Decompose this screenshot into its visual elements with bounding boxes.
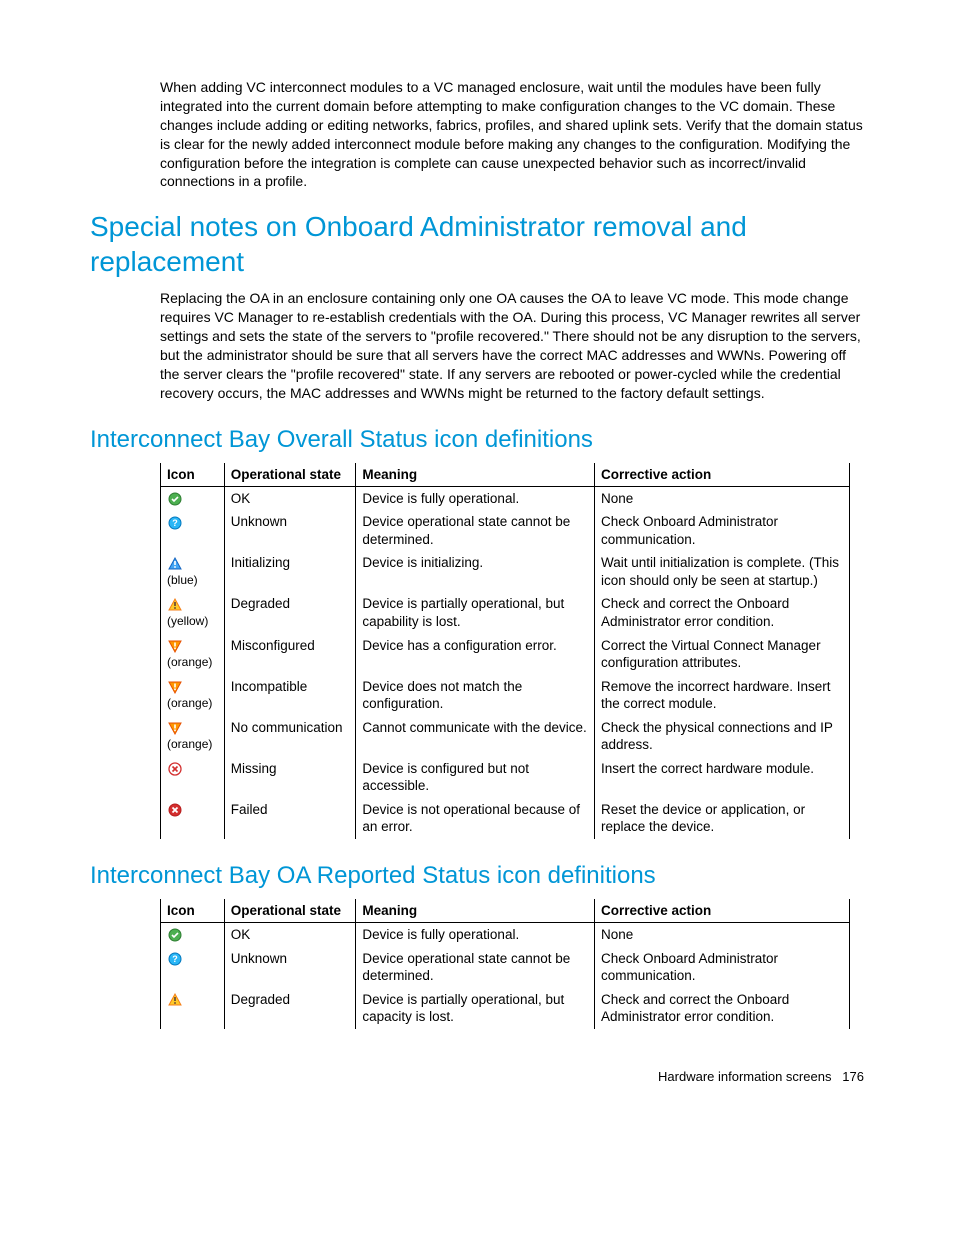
icon-cell: (orange) bbox=[161, 675, 225, 716]
footer-section-title: Hardware information screens bbox=[658, 1069, 831, 1084]
icon-cell: (orange) bbox=[161, 634, 225, 675]
heading-special-notes: Special notes on Onboard Administrator r… bbox=[90, 209, 864, 279]
op-state: Degraded bbox=[224, 592, 356, 633]
table-header-row: Icon Operational state Meaning Correctiv… bbox=[161, 899, 850, 923]
table-row: Missing Device is configured but not acc… bbox=[161, 757, 850, 798]
corrective-action: Correct the Virtual Connect Manager conf… bbox=[594, 634, 849, 675]
meaning: Device is initializing. bbox=[356, 551, 595, 592]
icon-cell bbox=[161, 988, 225, 1029]
corrective-action: Check Onboard Administrator communicatio… bbox=[594, 510, 849, 551]
op-state: Incompatible bbox=[224, 675, 356, 716]
table-row: Degraded Device is partially operational… bbox=[161, 988, 850, 1029]
unknown-icon bbox=[167, 513, 183, 531]
heading-oa-reported-status: Interconnect Bay OA Reported Status icon… bbox=[90, 861, 864, 891]
corrective-action: Wait until initialization is complete. (… bbox=[594, 551, 849, 592]
icon-cell: (yellow) bbox=[161, 592, 225, 633]
header-icon: Icon bbox=[161, 899, 225, 923]
corrective-action: Remove the incorrect hardware. Insert th… bbox=[594, 675, 849, 716]
op-state: Unknown bbox=[224, 947, 356, 988]
icon-color-label: (orange) bbox=[167, 696, 218, 712]
heading-overall-status: Interconnect Bay Overall Status icon def… bbox=[90, 425, 864, 455]
header-meaning: Meaning bbox=[356, 463, 595, 487]
icon-cell bbox=[161, 486, 225, 510]
op-state: No communication bbox=[224, 716, 356, 757]
corrective-action: Check and correct the Onboard Administra… bbox=[594, 592, 849, 633]
table-row: (blue) Initializing Device is initializi… bbox=[161, 551, 850, 592]
icon-cell bbox=[161, 947, 225, 988]
op-state: Misconfigured bbox=[224, 634, 356, 675]
overall-status-table: Icon Operational state Meaning Correctiv… bbox=[160, 463, 850, 839]
header-meaning: Meaning bbox=[356, 899, 595, 923]
meaning: Device is not operational because of an … bbox=[356, 798, 595, 839]
ok-icon bbox=[167, 926, 183, 944]
op-state: Failed bbox=[224, 798, 356, 839]
degraded-icon bbox=[167, 595, 183, 613]
icon-cell bbox=[161, 757, 225, 798]
icon-cell bbox=[161, 922, 225, 946]
corrective-action: Check and correct the Onboard Administra… bbox=[594, 988, 849, 1029]
header-icon: Icon bbox=[161, 463, 225, 487]
meaning: Device has a configuration error. bbox=[356, 634, 595, 675]
table-row: Unknown Device operational state cannot … bbox=[161, 510, 850, 551]
meaning: Cannot communicate with the device. bbox=[356, 716, 595, 757]
table-row: (orange) Incompatible Device does not ma… bbox=[161, 675, 850, 716]
corrective-action: Check the physical connections and IP ad… bbox=[594, 716, 849, 757]
op-state: Degraded bbox=[224, 988, 356, 1029]
table-row: Unknown Device operational state cannot … bbox=[161, 947, 850, 988]
header-operational-state: Operational state bbox=[224, 463, 356, 487]
meaning: Device operational state cannot be deter… bbox=[356, 510, 595, 551]
failed-icon bbox=[167, 801, 183, 819]
header-corrective-action: Corrective action bbox=[594, 463, 849, 487]
header-corrective-action: Corrective action bbox=[594, 899, 849, 923]
meaning: Device is partially operational, but cap… bbox=[356, 592, 595, 633]
table-header-row: Icon Operational state Meaning Correctiv… bbox=[161, 463, 850, 487]
corrective-action: None bbox=[594, 922, 849, 946]
icon-color-label: (orange) bbox=[167, 737, 218, 753]
op-state: OK bbox=[224, 922, 356, 946]
special-notes-paragraph: Replacing the OA in an enclosure contain… bbox=[160, 289, 864, 402]
op-state: Missing bbox=[224, 757, 356, 798]
icon-cell: (blue) bbox=[161, 551, 225, 592]
footer-page-number: 176 bbox=[842, 1069, 864, 1084]
table-row: (orange) No communication Cannot communi… bbox=[161, 716, 850, 757]
document-page: When adding VC interconnect modules to a… bbox=[0, 0, 954, 1144]
meaning: Device operational state cannot be deter… bbox=[356, 947, 595, 988]
meaning: Device does not match the configuration. bbox=[356, 675, 595, 716]
incompatible-icon bbox=[167, 678, 183, 696]
misconfigured-icon bbox=[167, 637, 183, 655]
meaning: Device is configured but not accessible. bbox=[356, 757, 595, 798]
meaning: Device is fully operational. bbox=[356, 486, 595, 510]
icon-cell: (orange) bbox=[161, 716, 225, 757]
ok-icon bbox=[167, 490, 183, 508]
missing-icon bbox=[167, 760, 183, 778]
oa-reported-status-table: Icon Operational state Meaning Correctiv… bbox=[160, 899, 850, 1029]
degraded-icon bbox=[167, 991, 183, 1009]
icon-cell bbox=[161, 510, 225, 551]
icon-cell bbox=[161, 798, 225, 839]
op-state: Unknown bbox=[224, 510, 356, 551]
initializing-icon bbox=[167, 554, 183, 572]
corrective-action: Check Onboard Administrator communicatio… bbox=[594, 947, 849, 988]
corrective-action: Insert the correct hardware module. bbox=[594, 757, 849, 798]
meaning: Device is fully operational. bbox=[356, 922, 595, 946]
table-row: (yellow) Degraded Device is partially op… bbox=[161, 592, 850, 633]
no-communication-icon bbox=[167, 719, 183, 737]
page-footer: Hardware information screens 176 bbox=[90, 1069, 864, 1084]
corrective-action: None bbox=[594, 486, 849, 510]
op-state: Initializing bbox=[224, 551, 356, 592]
table-row: (orange) Misconfigured Device has a conf… bbox=[161, 634, 850, 675]
icon-color-label: (blue) bbox=[167, 573, 218, 589]
header-operational-state: Operational state bbox=[224, 899, 356, 923]
meaning: Device is partially operational, but cap… bbox=[356, 988, 595, 1029]
corrective-action: Reset the device or application, or repl… bbox=[594, 798, 849, 839]
table-row: Failed Device is not operational because… bbox=[161, 798, 850, 839]
unknown-icon bbox=[167, 950, 183, 968]
op-state: OK bbox=[224, 486, 356, 510]
intro-paragraph: When adding VC interconnect modules to a… bbox=[160, 78, 864, 191]
table-row: OK Device is fully operational. None bbox=[161, 922, 850, 946]
icon-color-label: (orange) bbox=[167, 655, 218, 671]
table-row: OK Device is fully operational. None bbox=[161, 486, 850, 510]
icon-color-label: (yellow) bbox=[167, 614, 218, 630]
